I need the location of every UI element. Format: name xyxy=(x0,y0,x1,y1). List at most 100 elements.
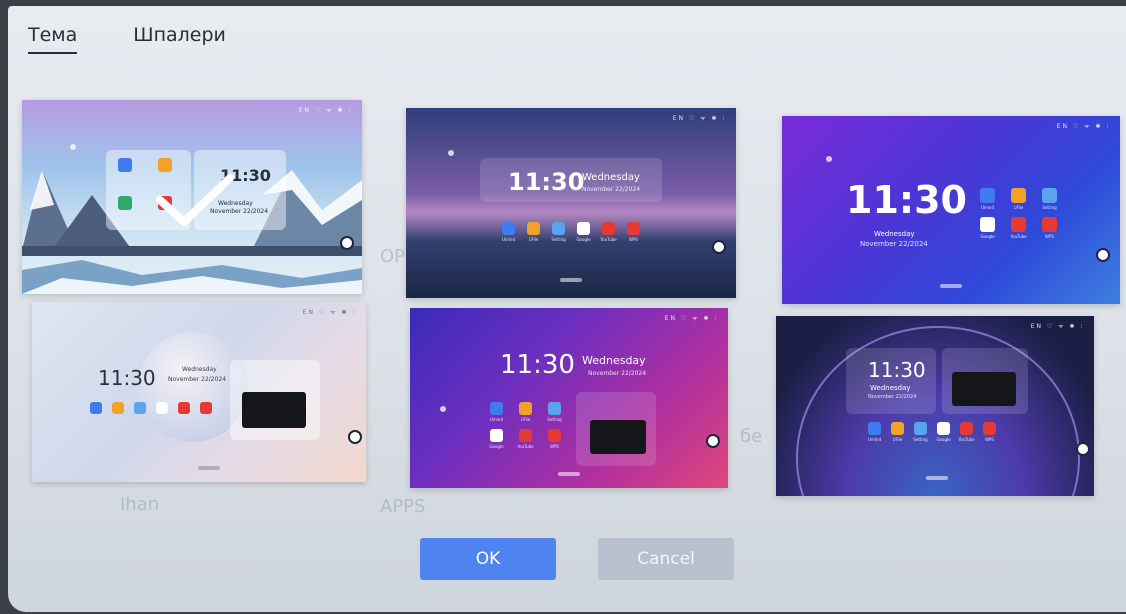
app-label: Setting xyxy=(551,237,566,242)
umind-app-icon: Umind xyxy=(490,402,503,422)
theme-card-1[interactable]: EN ♡ ᯤ ✱ ⫶ 11:30 Wednesday November 22/2… xyxy=(22,100,362,294)
ufile-app-icon: UFile xyxy=(891,422,904,442)
decor-dot xyxy=(70,144,76,150)
display-app-icon xyxy=(118,196,132,210)
app-row xyxy=(90,402,212,414)
floating-menu-icon xyxy=(348,430,362,444)
clock-date: November 22/2024 xyxy=(588,370,647,377)
app-label: WPS xyxy=(550,444,559,449)
app-label: UFile xyxy=(892,437,903,442)
wps-app-icon xyxy=(200,402,212,414)
umind-app-icon xyxy=(90,402,102,414)
youtube-app-icon xyxy=(178,402,190,414)
decor-dot xyxy=(440,406,446,412)
app-label: UFile xyxy=(1013,205,1024,210)
wps-app-icon: WPS xyxy=(548,429,561,449)
page-indicator xyxy=(940,284,962,288)
google-app-icon: Google xyxy=(576,222,591,242)
app-grid: Umind UFile Setting Google YouTube WPS xyxy=(980,188,1070,239)
theme-card-4[interactable]: EN ♡ ᯤ ✱ ⫶ 11:30 Wednesday November 22/2… xyxy=(32,302,366,482)
decor-dot xyxy=(448,150,454,156)
setting-app-icon: Setting xyxy=(551,222,566,242)
app-label: Setting xyxy=(913,437,928,442)
theme-card-3[interactable]: EN ♡ ᯤ ✱ ⫶ 11:30 Wednesday November 22/2… xyxy=(782,116,1120,304)
app-label: WPS xyxy=(629,237,638,242)
app-grid: Umind UFile Setting Google YouTube WPS xyxy=(489,402,580,449)
wps-app-icon: WPS xyxy=(1042,217,1057,239)
clock-time: 11:30 xyxy=(98,366,156,390)
umind-app-icon: Umind xyxy=(980,188,995,210)
app-label: YouTube xyxy=(600,237,617,242)
app-label: Setting xyxy=(1042,205,1057,210)
clock-weekday: Wednesday xyxy=(582,172,640,183)
app-row: Umind UFile Setting Google YouTube WPS xyxy=(502,222,640,242)
page-indicator xyxy=(198,466,220,470)
floating-menu-icon xyxy=(340,236,354,250)
setting-app-icon: Setting xyxy=(547,402,562,422)
checkmark-icon xyxy=(156,174,234,226)
youtube-app-icon: YouTube xyxy=(600,222,617,242)
app-label: Umind xyxy=(489,417,504,422)
app-label: YouTube xyxy=(1010,234,1027,239)
status-bar: EN ♡ ᯤ ✱ ⫶ xyxy=(1056,123,1110,130)
background-label: APPS xyxy=(380,496,426,517)
tab-bar: Тема Шпалери xyxy=(28,24,226,54)
clock-date: November 22/2024 xyxy=(868,394,917,400)
theme-card-2[interactable]: EN ♡ ᯤ ✱ ⫶ 11:30 Wednesday November 22/2… xyxy=(406,108,736,298)
theme-card-5[interactable]: EN ♡ ᯤ ✱ ⫶ 11:30 Wednesday November 22/2… xyxy=(410,308,728,488)
ok-button[interactable]: OK xyxy=(420,538,556,580)
preview-window xyxy=(590,420,646,454)
google-app-icon xyxy=(156,402,168,414)
theme-card-6[interactable]: EN ♡ ᯤ ✱ ⫶ 11:30 Wednesday November 22/2… xyxy=(776,316,1094,496)
app-label: UFile xyxy=(528,237,539,242)
app-label: Google xyxy=(980,234,995,239)
app-label: Umind xyxy=(867,437,882,442)
floating-menu-icon xyxy=(1096,248,1110,262)
clock-time: 11:30 xyxy=(508,168,585,196)
app-label: Umind xyxy=(980,205,995,210)
clock-time: 11:30 xyxy=(500,350,575,380)
wps-app-icon: WPS xyxy=(983,422,996,442)
floating-menu-icon xyxy=(706,434,720,448)
umind-app-icon: Umind xyxy=(502,222,515,242)
background-label: Ihan xyxy=(120,494,160,515)
ufile-app-icon: UFile xyxy=(527,222,540,242)
background-label: OP xyxy=(380,246,406,267)
ufile-app-icon xyxy=(158,158,172,172)
planet-outline xyxy=(796,326,1080,496)
app-label: Google xyxy=(936,437,951,442)
clock-time: 11:30 xyxy=(868,358,926,382)
clock-time: 11:30 xyxy=(846,178,967,222)
google-app-icon: Google xyxy=(489,429,504,449)
tab-wallpapers[interactable]: Шпалери xyxy=(133,24,226,54)
app-label: WPS xyxy=(1045,234,1054,239)
page-indicator xyxy=(560,278,582,282)
app-row: Umind UFile Setting Google YouTube WPS xyxy=(868,422,996,442)
google-app-icon: Google xyxy=(980,217,995,239)
app-label: UFile xyxy=(520,417,531,422)
preview-window xyxy=(242,392,306,428)
clock-date: November 22/2024 xyxy=(582,186,641,193)
background-label: бе xyxy=(740,426,763,447)
cancel-button[interactable]: Cancel xyxy=(598,538,734,580)
tab-theme[interactable]: Тема xyxy=(28,24,78,54)
umind-app-icon: Umind xyxy=(868,422,881,442)
ufile-app-icon: UFile xyxy=(1011,188,1026,210)
decor-dot xyxy=(826,156,832,162)
youtube-app-icon: YouTube xyxy=(1010,217,1027,239)
theme-settings-screen: Тема Шпалери OP APPS бе Ihan EN ♡ ᯤ ✱ ⫶ … xyxy=(8,6,1126,612)
app-label: Google xyxy=(489,444,504,449)
floating-menu-icon xyxy=(712,240,726,254)
app-label: WPS xyxy=(985,437,994,442)
youtube-app-icon: YouTube xyxy=(517,429,534,449)
setting-app-icon xyxy=(134,402,146,414)
app-label: Umind xyxy=(501,237,516,242)
setting-app-icon: Setting xyxy=(1042,188,1057,210)
clock-weekday: Wednesday xyxy=(182,366,217,373)
app-label: Google xyxy=(576,237,591,242)
clock-date: November 22/2024 xyxy=(860,240,928,248)
app-label: YouTube xyxy=(958,437,975,442)
status-bar: EN ♡ ᯤ ✱ ⫶ xyxy=(302,309,356,316)
youtube-app-icon: YouTube xyxy=(958,422,975,442)
ufile-app-icon xyxy=(112,402,124,414)
